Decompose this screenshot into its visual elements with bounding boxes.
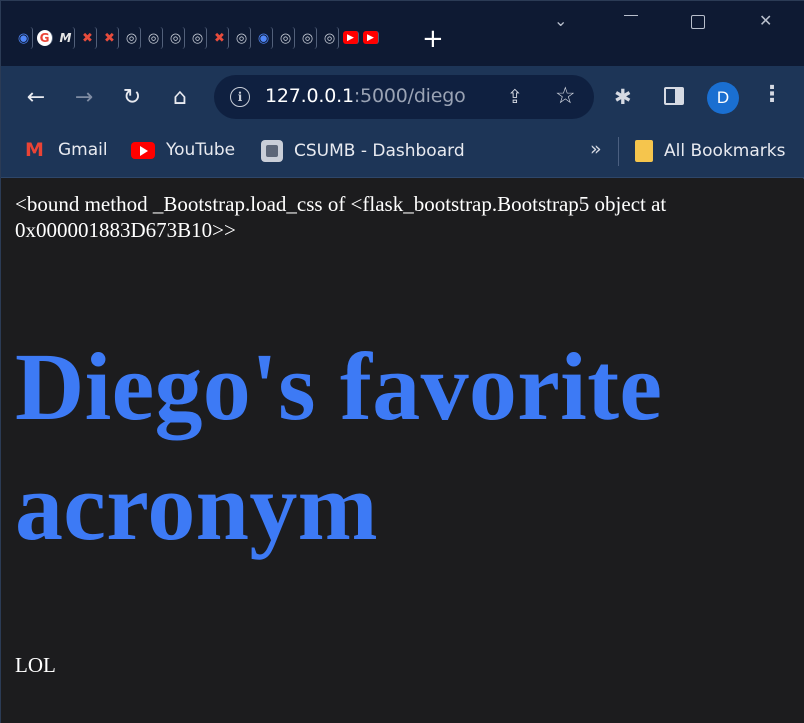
bookmark-youtube[interactable]: YouTube: [131, 140, 235, 160]
bookmark-label: Gmail: [58, 140, 108, 160]
site-info-icon[interactable]: i: [230, 87, 250, 107]
home-button[interactable]: ⌂: [167, 84, 193, 110]
browser-toolbar: ← → ↻ ⌂ i 127.0.0.1:5000/diego ⇪ ☆ ✱ D ⋮: [1, 66, 804, 129]
new-tab-button[interactable]: +: [422, 25, 444, 53]
bookmark-label: CSUMB - Dashboard: [294, 141, 465, 161]
tab-list: ◉ G M ✖ ✖ ◎ ◎ ◎ ◎ ✖ ◎ ◉ ◎ ◎ ◎ ▶ ▶: [15, 27, 379, 49]
tab-grey-6[interactable]: ◎: [277, 27, 295, 49]
url-host: 127.0.0.1: [265, 85, 354, 107]
tab-copilot[interactable]: ◉: [15, 27, 33, 49]
tab-grey-7[interactable]: ◎: [299, 27, 317, 49]
bookmark-csumb-dashboard[interactable]: CSUMB - Dashboard: [261, 140, 465, 162]
side-panel-icon[interactable]: [664, 87, 684, 105]
tab-red-2[interactable]: ✖: [101, 27, 119, 49]
tab-strip: ◉ G M ✖ ✖ ◎ ◎ ◎ ◎ ✖ ◎ ◉ ◎ ◎ ◎ ▶ ▶ + ⌄ ✕: [1, 1, 804, 66]
address-bar[interactable]: i 127.0.0.1:5000/diego ⇪ ☆: [214, 75, 594, 119]
bookmark-star-icon[interactable]: ☆: [555, 83, 576, 109]
menu-kebab-icon[interactable]: ⋮: [761, 83, 783, 107]
tab-search-chevron-icon[interactable]: ⌄: [554, 11, 567, 30]
tab-medium[interactable]: M: [57, 27, 75, 49]
tab-grey-8[interactable]: ◎: [321, 27, 339, 49]
bookmark-label: YouTube: [166, 140, 236, 160]
back-button[interactable]: ←: [23, 84, 49, 110]
minimize-button[interactable]: [624, 11, 638, 16]
tab-google[interactable]: G: [37, 30, 53, 46]
bound-method-text: <bound method _Bootstrap.load_css of <fl…: [15, 192, 667, 242]
tab-grey-4[interactable]: ◎: [189, 27, 207, 49]
bookmarks-divider: [618, 137, 619, 166]
maximize-button[interactable]: [691, 11, 705, 29]
tab-red-3[interactable]: ✖: [211, 27, 229, 49]
tab-copilot-2[interactable]: ◉: [255, 27, 273, 49]
tab-youtube-1[interactable]: ▶: [343, 31, 359, 44]
tab-grey-1[interactable]: ◎: [123, 27, 141, 49]
forward-button[interactable]: →: [71, 84, 97, 110]
reload-button[interactable]: ↻: [119, 84, 145, 110]
bookmark-gmail[interactable]: Gmail: [25, 139, 108, 161]
url-path: :5000/diego: [353, 85, 466, 107]
tab-grey-2[interactable]: ◎: [145, 27, 163, 49]
tab-youtube-2[interactable]: ▶: [363, 31, 379, 44]
gmail-icon: [25, 139, 47, 161]
all-bookmarks-label: All Bookmarks: [664, 141, 786, 161]
bookmarks-bar: Gmail YouTube CSUMB - Dashboard » All Bo…: [1, 129, 804, 178]
tab-grey-3[interactable]: ◎: [167, 27, 185, 49]
all-bookmarks-button[interactable]: All Bookmarks: [635, 140, 785, 162]
close-window-button[interactable]: ✕: [759, 11, 772, 30]
browser-window: ◉ G M ✖ ✖ ◎ ◎ ◎ ◎ ✖ ◎ ◉ ◎ ◎ ◎ ▶ ▶ + ⌄ ✕ …: [0, 0, 804, 723]
folder-icon: [635, 140, 653, 162]
profile-avatar[interactable]: D: [707, 82, 739, 114]
extensions-puzzle-icon[interactable]: ✱: [614, 85, 632, 109]
page-content: <bound method _Bootstrap.load_css of <fl…: [1, 179, 804, 723]
url-text[interactable]: 127.0.0.1:5000/diego: [265, 85, 466, 107]
share-icon[interactable]: ⇪: [507, 86, 523, 108]
csumb-icon: [261, 140, 283, 162]
page-heading: Diego's favorite acronym: [15, 333, 663, 560]
tab-grey-5[interactable]: ◎: [233, 27, 251, 49]
tab-red-1[interactable]: ✖: [79, 27, 97, 49]
body-text: LOL: [15, 653, 56, 677]
youtube-icon: [131, 141, 155, 159]
bookmarks-overflow-button[interactable]: »: [590, 138, 602, 160]
